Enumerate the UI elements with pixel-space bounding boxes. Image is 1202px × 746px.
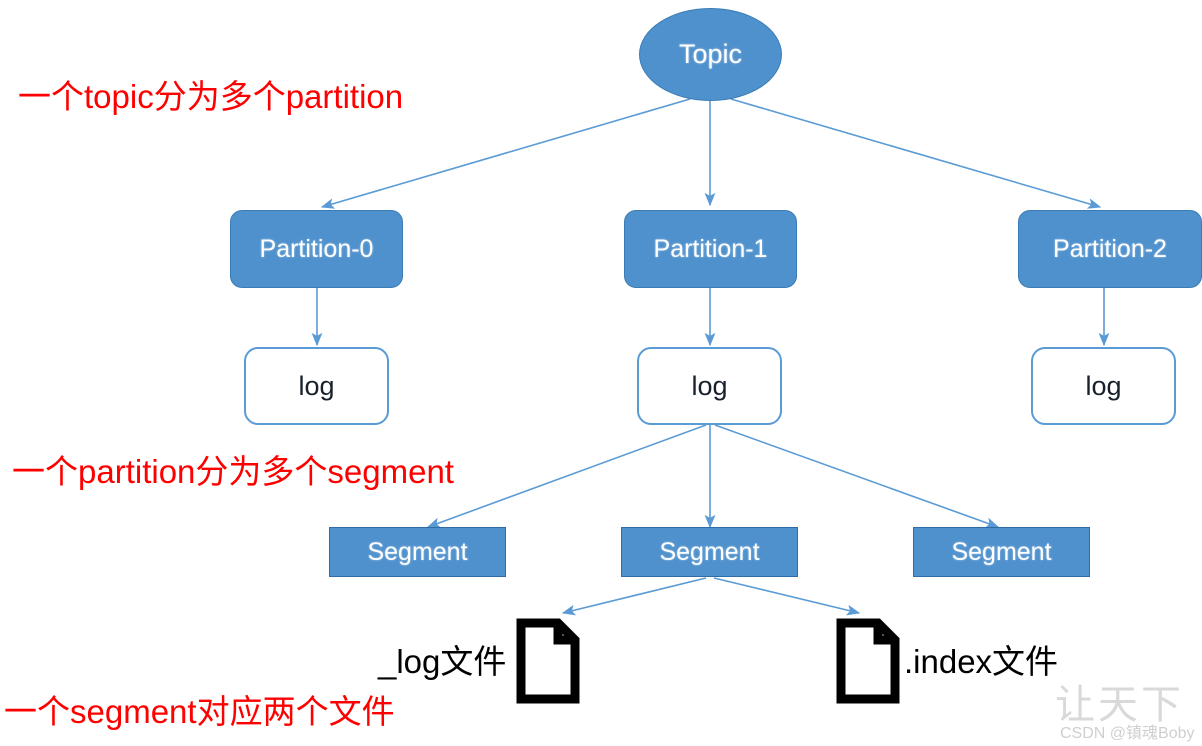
node-log-1[interactable]: log [637, 347, 782, 425]
edge-segment1-logfile [561, 577, 707, 616]
node-segment-2-label: Segment [951, 537, 1052, 566]
document-icon [516, 618, 580, 704]
node-partition-2-label: Partition-2 [1053, 234, 1167, 263]
node-log-2-label: log [1085, 370, 1122, 401]
file-log[interactable]: _log文件 [378, 618, 580, 704]
file-log-caption: _log文件 [378, 642, 507, 680]
node-log-1-label: log [691, 370, 728, 401]
node-log-2[interactable]: log [1031, 347, 1176, 425]
annotation-partition-segment: 一个partition分为多个segment [12, 453, 454, 490]
node-log-0-label: log [298, 370, 335, 401]
node-partition-0[interactable]: Partition-0 [230, 210, 403, 288]
node-topic-label: Topic [678, 39, 743, 69]
edge-topic-partition0 [320, 98, 691, 209]
csdn-watermark: CSDN @镇魂Boby [1060, 725, 1195, 742]
node-partition-2[interactable]: Partition-2 [1018, 210, 1202, 288]
document-icon [836, 618, 900, 704]
file-index-caption: .index文件 [904, 642, 1059, 680]
diagram-canvas: 让天下 Topic Partition-0 Partition-1 Partit… [0, 0, 1202, 746]
node-partition-0-label: Partition-0 [259, 234, 374, 263]
edge-topic-partition2 [730, 98, 1102, 209]
node-partition-1-label: Partition-1 [653, 234, 768, 263]
node-segment-0-label: Segment [367, 537, 468, 566]
node-segment-2[interactable]: Segment [913, 527, 1090, 577]
annotation-segment-files: 一个segment对应两个文件 [4, 693, 395, 730]
edge-log1-segment2 [714, 424, 1000, 528]
node-topic[interactable]: Topic [639, 8, 782, 101]
node-segment-0[interactable]: Segment [329, 527, 506, 577]
node-partition-1[interactable]: Partition-1 [624, 210, 797, 288]
node-segment-1-label: Segment [659, 537, 760, 566]
node-segment-1[interactable]: Segment [621, 527, 798, 577]
edge-log1-segment0 [426, 424, 707, 528]
annotation-topic-partition: 一个topic分为多个partition [18, 78, 404, 115]
node-log-0[interactable]: log [244, 347, 389, 425]
file-index[interactable]: .index文件 [836, 618, 1058, 704]
edge-segment1-indexfile [713, 577, 861, 616]
